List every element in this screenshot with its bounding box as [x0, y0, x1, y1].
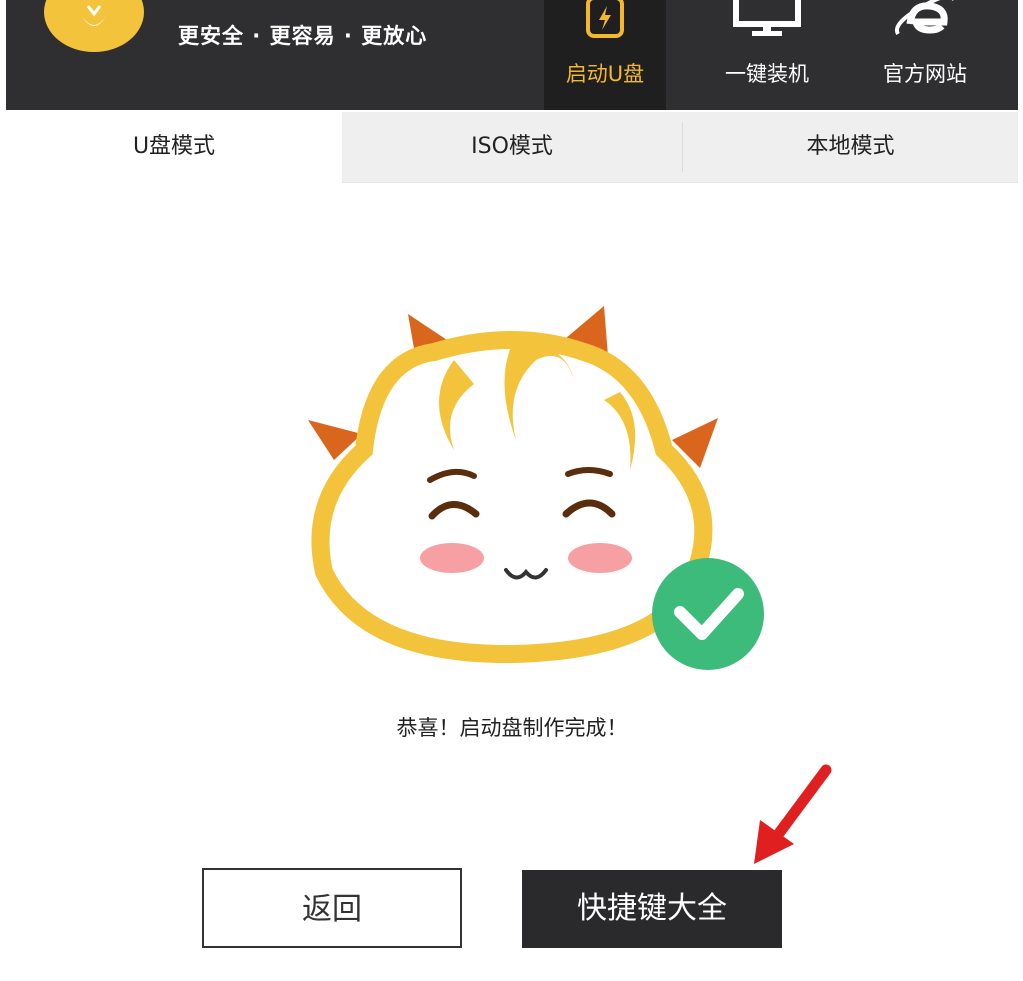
monitor-icon — [733, 0, 801, 36]
completion-message: 恭喜！启动盘制作完成！ — [396, 716, 628, 740]
ie-browser-icon — [895, 0, 954, 36]
checkmark-icon — [652, 558, 764, 670]
tab-local-mode[interactable]: 本地模式 — [683, 112, 1018, 182]
usb-flash-icon — [586, 0, 624, 38]
smiling-mascot-icon — [308, 306, 764, 670]
tab-iso-mode[interactable]: ISO模式 — [342, 112, 682, 182]
logo — [44, 0, 144, 52]
shortcut-keys-button[interactable]: 快捷键大全 — [522, 870, 782, 948]
logo-mascot-icon — [82, 5, 106, 26]
app-window: 更安全 · 更容易 · 更放心 启动U盘 一键装机 官方网站 U盘模式 ISO模… — [6, 0, 1018, 981]
success-illustration — [304, 300, 774, 684]
top-header: 更安全 · 更容易 · 更放心 启动U盘 一键装机 官方网站 — [6, 0, 1018, 110]
nav-official-site-label: 官方网站 — [883, 62, 967, 86]
nav-one-key-install[interactable]: 一键装机 — [706, 0, 828, 110]
mode-tabs: U盘模式 ISO模式 本地模式 — [6, 112, 1018, 183]
back-button[interactable]: 返回 — [202, 868, 462, 948]
nav-usb-boot-label: 启动U盘 — [565, 62, 645, 86]
nav-one-key-install-label: 一键装机 — [725, 62, 809, 86]
tab-usb-mode[interactable]: U盘模式 — [6, 112, 342, 183]
red-arrow-annotation — [746, 764, 836, 872]
nav-usb-boot[interactable]: 启动U盘 — [544, 0, 666, 110]
arrow-icon — [754, 764, 832, 864]
slogan-text: 更安全 · 更容易 · 更放心 — [178, 24, 428, 48]
nav-official-site[interactable]: 官方网站 — [864, 0, 986, 110]
